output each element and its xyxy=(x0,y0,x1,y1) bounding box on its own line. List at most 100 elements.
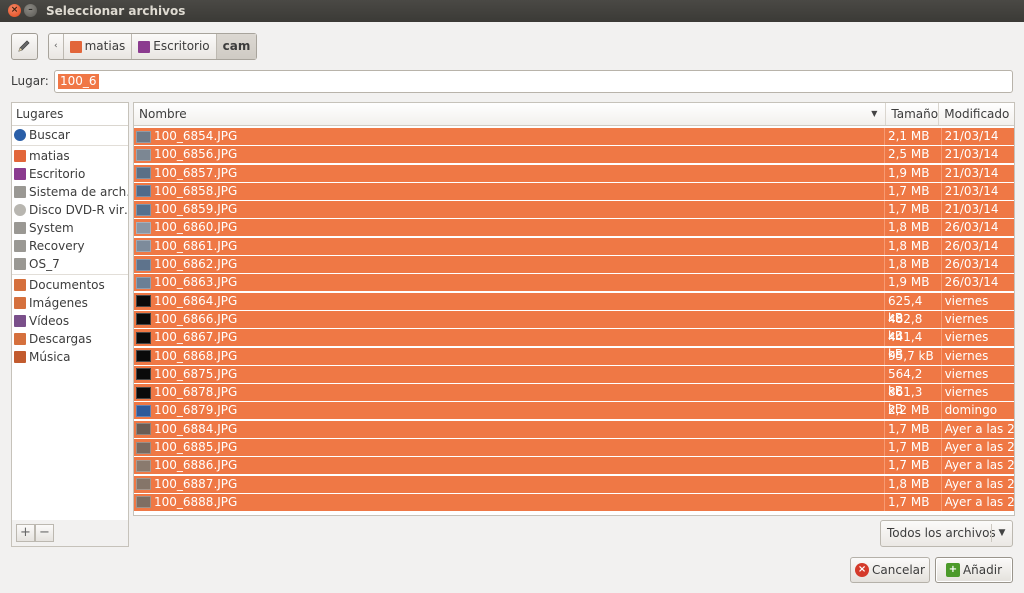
places-item-label: Escritorio xyxy=(29,167,86,181)
places-item[interactable]: Descargas xyxy=(12,330,128,348)
file-row[interactable]: 100_6878.JPG 861,3 kB viernes xyxy=(134,384,1014,416)
image-thumbnail-icon xyxy=(136,441,151,454)
cancel-button[interactable]: × Cancelar xyxy=(850,557,930,583)
file-modified: viernes xyxy=(940,329,1014,347)
file-name-cell: 100_6857.JPG xyxy=(134,165,884,182)
add-button[interactable]: + Añadir xyxy=(935,557,1013,583)
file-name-cell: 100_6856.JPG xyxy=(134,146,884,163)
places-item[interactable]: Recovery xyxy=(12,237,128,255)
places-header: Lugares xyxy=(12,103,128,126)
cancel-button-label: Cancelar xyxy=(872,563,925,577)
places-item-label: Recovery xyxy=(29,239,85,253)
places-item[interactable]: Vídeos xyxy=(12,312,128,330)
places-item[interactable]: Buscar xyxy=(12,126,128,144)
file-name-cell: 100_6862.JPG xyxy=(134,256,884,273)
file-row[interactable]: 100_6862.JPG 1,8 MB 26/03/14 xyxy=(134,256,1014,274)
file-name-cell: 100_6867.JPG xyxy=(134,329,884,346)
file-modified: Ayer a las 23 xyxy=(940,493,1014,511)
places-item[interactable]: OS_7 xyxy=(12,255,128,273)
file-name: 100_6860.JPG xyxy=(154,220,238,235)
file-name-cell: 100_6888.JPG xyxy=(134,494,884,511)
path-back-button[interactable]: ‹ xyxy=(49,34,64,59)
search-icon xyxy=(14,129,26,141)
file-row[interactable]: 100_6879.JPG 2,2 MB domingo xyxy=(134,402,1014,420)
close-window-button[interactable]: × xyxy=(8,4,21,17)
file-name-cell: 100_6887.JPG xyxy=(134,476,884,493)
type-location-button[interactable] xyxy=(11,33,38,60)
places-item[interactable]: Documentos xyxy=(12,276,128,294)
location-input[interactable]: 100_6 xyxy=(54,70,1013,93)
file-name-cell: 100_6863.JPG xyxy=(134,274,884,291)
file-name: 100_6866.JPG xyxy=(154,311,238,326)
file-row[interactable]: 100_6887.JPG 1,8 MBAyer a las 23: xyxy=(134,475,1014,493)
file-rows: 100_6854.JPG 2,1 MB 21/03/14 100_6856.JPG 2,… xyxy=(134,128,1014,512)
file-size: 1,9 MB xyxy=(883,274,941,292)
file-modified: 21/03/14 xyxy=(940,128,1014,145)
places-footer: + − xyxy=(11,520,129,547)
column-size[interactable]: Tamaño xyxy=(886,103,940,125)
file-row[interactable]: 100_6860.JPG 1,8 MB 26/03/14 xyxy=(134,219,1014,237)
file-row[interactable]: 100_6867.JPG 441,4 kB viernes xyxy=(134,329,1014,361)
places-separator xyxy=(12,145,128,146)
file-name: 100_6854.JPG xyxy=(154,129,238,143)
file-size: 1,7 MB xyxy=(883,201,941,219)
file-row[interactable]: 100_6864.JPG 625,4 kB viernes xyxy=(134,292,1014,325)
file-row[interactable]: 100_6886.JPG 1,7 MBAyer a las 23: xyxy=(134,457,1014,475)
file-name-cell: 100_6875.JPG xyxy=(134,366,884,383)
places-item[interactable]: System xyxy=(12,219,128,237)
file-row[interactable]: 100_6858.JPG 1,7 MB 21/03/14 xyxy=(134,182,1014,200)
file-name: 100_6884.JPG xyxy=(154,421,238,436)
file-row[interactable]: 100_6888.JPG 1,7 MBAyer a las 23 xyxy=(134,493,1014,511)
remove-bookmark-button[interactable]: − xyxy=(35,524,54,542)
places-separator xyxy=(12,274,128,275)
file-row[interactable]: 100_6854.JPG 2,1 MB 21/03/14 xyxy=(134,128,1014,145)
file-size: 2,1 MB xyxy=(883,128,941,145)
path-item-cam[interactable]: cam xyxy=(216,34,257,59)
file-size: 1,7 MB xyxy=(883,420,941,438)
file-name-cell: 100_6858.JPG xyxy=(134,183,884,200)
file-row[interactable]: 100_6856.JPG 2,5 MB 21/03/14 xyxy=(134,146,1014,164)
file-type-filter[interactable]: Todos los archivos ▼ xyxy=(880,520,1013,547)
file-row[interactable]: 100_6885.JPG 1,7 MBAyer a las 23: xyxy=(134,439,1014,457)
path-item-escritorio[interactable]: Escritorio xyxy=(132,34,217,59)
places-item[interactable]: Imágenes xyxy=(12,294,128,312)
file-row[interactable]: 100_6859.JPG 1,7 MB 21/03/14 xyxy=(134,201,1014,219)
file-list: Nombre ▼ Tamaño Modificado 100_6854.JPG 2… xyxy=(133,102,1015,516)
file-name: 100_6868.JPG xyxy=(154,348,238,363)
image-thumbnail-icon xyxy=(136,203,151,216)
file-name-cell: 100_6861.JPG xyxy=(134,238,884,255)
file-size: 1,7 MB xyxy=(883,493,941,511)
image-thumbnail-icon xyxy=(136,350,151,363)
file-row[interactable]: 100_6863.JPG 1,9 MB 26/03/14 xyxy=(134,274,1014,292)
image-thumbnail-icon xyxy=(136,167,151,180)
file-type-filter-value: Todos los archivos xyxy=(887,526,996,540)
file-modified: 26/03/14 xyxy=(940,219,1014,237)
file-modified: 21/03/14 xyxy=(940,182,1014,200)
title-bar: × – Seleccionar archivos xyxy=(0,0,1024,22)
column-modified[interactable]: Modificado xyxy=(939,103,1014,125)
file-name-cell: 100_6866.JPG xyxy=(134,311,884,328)
file-modified: 26/03/14 xyxy=(940,274,1014,292)
desktop-folder-icon xyxy=(138,40,151,53)
path-item-matias[interactable]: matias xyxy=(64,34,133,59)
file-row[interactable]: 100_6861.JPG 1,8 MB 26/03/14 xyxy=(134,237,1014,255)
file-row[interactable]: 100_6866.JPG 482,8 kB viernes xyxy=(134,310,1014,343)
places-item[interactable]: Música xyxy=(12,348,128,366)
file-row[interactable]: 100_6875.JPG 564,2 kB viernes xyxy=(134,365,1014,398)
minimize-window-button[interactable]: – xyxy=(24,4,37,17)
places-item-label: Vídeos xyxy=(29,314,70,328)
file-size: 1,8 MB xyxy=(883,256,941,274)
places-item[interactable]: Sistema de arch… xyxy=(12,183,128,201)
drive-icon xyxy=(14,186,26,198)
places-item[interactable]: Disco DVD-R vir… xyxy=(12,201,128,219)
file-row[interactable]: 100_6857.JPG 1,9 MB 21/03/14 xyxy=(134,164,1014,182)
places-item[interactable]: matias xyxy=(12,147,128,165)
file-row[interactable]: 100_6884.JPG 1,7 MBAyer a las 23: xyxy=(134,420,1014,438)
file-name: 100_6867.JPG xyxy=(154,330,238,345)
add-bookmark-button[interactable]: + xyxy=(16,524,35,542)
column-name[interactable]: Nombre ▼ xyxy=(134,103,887,125)
file-row[interactable]: 100_6868.JPG 95,7 kB viernes xyxy=(134,347,1014,365)
pencil-icon xyxy=(18,40,30,52)
file-size: 1,9 MB xyxy=(883,164,941,182)
places-item[interactable]: Escritorio xyxy=(12,165,128,183)
